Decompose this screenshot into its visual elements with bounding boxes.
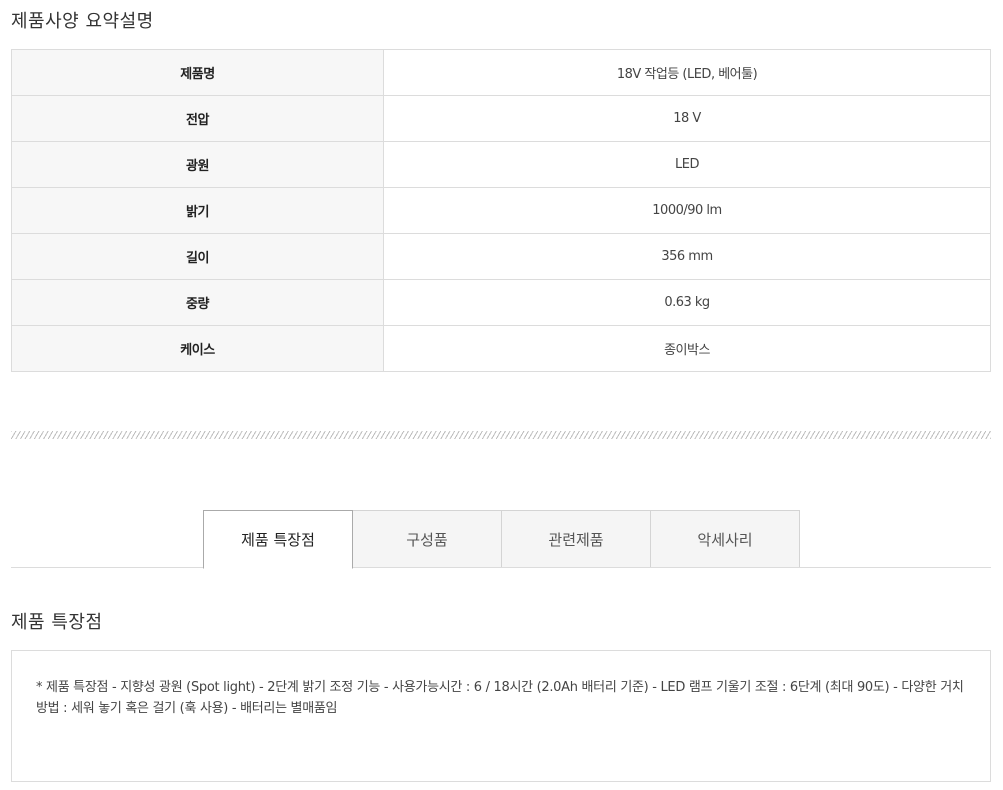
spec-value: 18 V bbox=[383, 95, 991, 142]
spec-table: 제품명 18V 작업등 (LED, 베어툴) 전압 18 V 광원 LED 밝기… bbox=[11, 49, 991, 372]
table-row: 전압 18 V bbox=[11, 95, 991, 142]
table-row: 중량 0.63 kg bbox=[11, 279, 991, 326]
spec-label: 밝기 bbox=[11, 187, 384, 234]
spec-label: 중량 bbox=[11, 279, 384, 326]
spec-label: 제품명 bbox=[11, 49, 384, 96]
product-tabs: 제품 특장점 구성품 관련제품 악세사리 bbox=[203, 510, 800, 569]
spec-label: 길이 bbox=[11, 233, 384, 280]
features-section-title: 제품 특장점 bbox=[11, 612, 103, 633]
spec-value: LED bbox=[383, 141, 991, 188]
spec-value: 종이박스 bbox=[383, 325, 991, 372]
spec-section-title: 제품사양 요약설명 bbox=[11, 11, 154, 32]
tab-features[interactable]: 제품 특장점 bbox=[203, 510, 353, 569]
features-box: * 제품 특장점 - 지향성 광원 (Spot light) - 2단계 밝기 … bbox=[11, 650, 991, 782]
tab-components[interactable]: 구성품 bbox=[353, 510, 502, 568]
features-description: * 제품 특장점 - 지향성 광원 (Spot light) - 2단계 밝기 … bbox=[36, 680, 964, 716]
spec-value: 1000/90 lm bbox=[383, 187, 991, 234]
table-row: 케이스 종이박스 bbox=[11, 325, 991, 372]
product-detail-page: 제품사양 요약설명 제품명 18V 작업등 (LED, 베어툴) 전압 18 V… bbox=[0, 0, 1003, 790]
spec-label: 광원 bbox=[11, 141, 384, 188]
spec-value: 18V 작업등 (LED, 베어툴) bbox=[383, 49, 991, 96]
spec-label: 케이스 bbox=[11, 325, 384, 372]
hatched-divider bbox=[11, 431, 991, 439]
tab-accessories[interactable]: 악세사리 bbox=[651, 510, 800, 568]
spec-value: 356 mm bbox=[383, 233, 991, 280]
tabs-baseline bbox=[11, 567, 991, 568]
tab-related-products[interactable]: 관련제품 bbox=[502, 510, 651, 568]
spec-value: 0.63 kg bbox=[383, 279, 991, 326]
spec-label: 전압 bbox=[11, 95, 384, 142]
table-row: 제품명 18V 작업등 (LED, 베어툴) bbox=[11, 49, 991, 96]
table-row: 밝기 1000/90 lm bbox=[11, 187, 991, 234]
table-row: 길이 356 mm bbox=[11, 233, 991, 280]
table-row: 광원 LED bbox=[11, 141, 991, 188]
